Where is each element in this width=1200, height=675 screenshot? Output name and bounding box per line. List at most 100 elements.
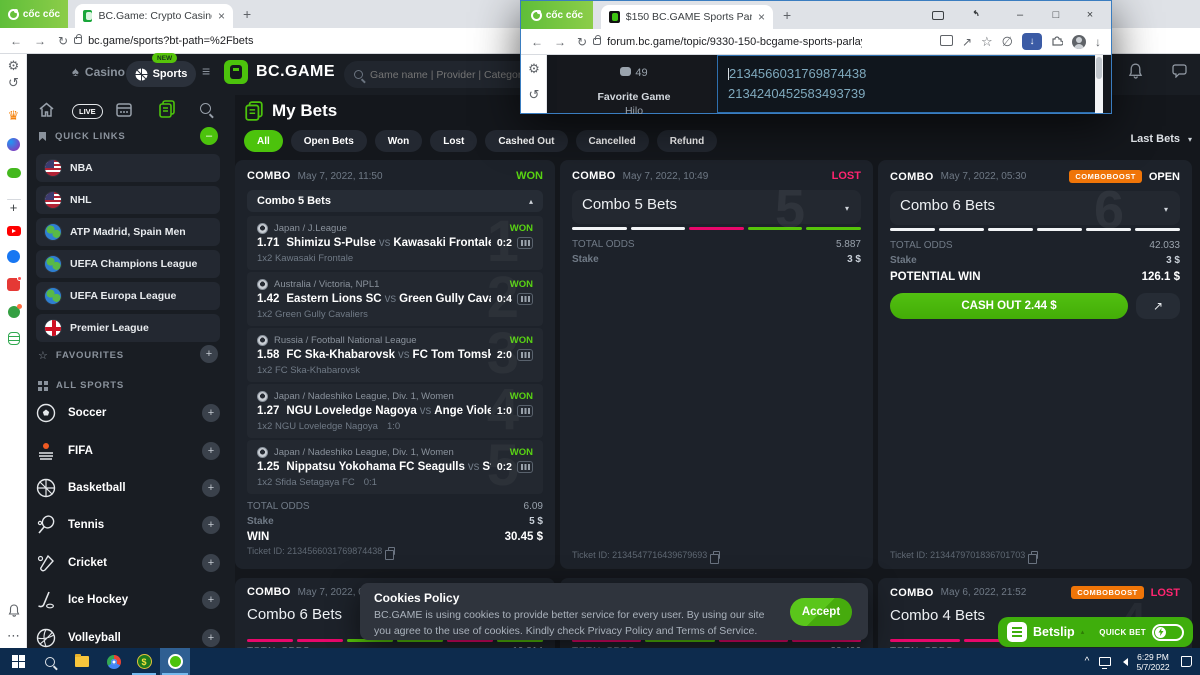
sidebar-item-atp-madrid[interactable]: ATP Madrid, Spain Men	[36, 218, 220, 246]
copy-icon[interactable]	[388, 547, 395, 555]
stats-icon[interactable]	[517, 405, 533, 417]
maximize-icon[interactable]: □	[1041, 1, 1071, 29]
filter-cashed-out[interactable]: Cashed Out	[485, 130, 567, 152]
sidebar-search-icon[interactable]	[200, 103, 211, 114]
copy-icon[interactable]	[1031, 551, 1038, 559]
filter-lost[interactable]: Lost	[430, 130, 477, 152]
forward-icon[interactable]: →	[34, 35, 46, 47]
bcgame-logo-icon[interactable]	[224, 60, 248, 84]
betslip-button[interactable]: Betslip ▴ QUICK BET	[998, 617, 1193, 647]
sidebar-item-tennis[interactable]: Tennis +	[36, 510, 220, 540]
action-center-icon[interactable]	[1176, 648, 1196, 675]
strip-history-icon[interactable]: ↺	[0, 75, 27, 91]
coccoc-logo[interactable]: cốc cốc	[0, 0, 68, 28]
strip-sheet-icon[interactable]	[0, 332, 27, 348]
basketball-add-button[interactable]: +	[202, 479, 220, 497]
filter-refund[interactable]: Refund	[657, 130, 717, 152]
overlay-titlebar[interactable]: cốc cốc $150 BC.GAME Sports Parlay × + –…	[521, 1, 1111, 29]
chrome-icon[interactable]	[100, 648, 128, 675]
reading-list-icon[interactable]	[923, 1, 953, 29]
bcgame-brand-text[interactable]: BC.GAME	[256, 63, 335, 81]
soccer-add-button[interactable]: +	[202, 404, 220, 422]
strip-bell-icon[interactable]	[0, 604, 27, 620]
sidebar-item-nba[interactable]: NBA	[36, 154, 220, 182]
strip-pingpong-icon[interactable]	[0, 306, 27, 321]
sports-toggle[interactable]: Sports	[126, 61, 196, 87]
strip-messenger-icon[interactable]	[0, 138, 27, 154]
sidebar-item-uefa-europa[interactable]: UEFA Europa League	[36, 282, 220, 310]
new-tab-button[interactable]: +	[783, 8, 791, 22]
overlay-scrollbar[interactable]	[1095, 55, 1103, 113]
strip-facebook-icon[interactable]	[0, 250, 27, 266]
game-search[interactable]	[344, 61, 544, 88]
fifa-add-button[interactable]: +	[202, 442, 220, 460]
taskbar-search-icon[interactable]	[36, 648, 64, 675]
stats-icon[interactable]	[517, 349, 533, 361]
stats-icon[interactable]	[517, 293, 533, 305]
back-icon[interactable]: ←	[10, 35, 22, 47]
header-menu-icon[interactable]: ≡	[202, 63, 210, 79]
tab-close-icon[interactable]: ×	[218, 10, 225, 22]
strip-youtube-icon[interactable]	[0, 224, 27, 239]
close-icon[interactable]: ×	[1075, 1, 1105, 29]
start-button[interactable]	[4, 648, 32, 675]
stats-icon[interactable]	[517, 237, 533, 249]
sidebar-item-uefa-champions[interactable]: UEFA Champions League	[36, 250, 220, 278]
reload-icon[interactable]: ↻	[58, 35, 68, 47]
sidebar-item-fifa[interactable]: FIFA +	[36, 436, 220, 466]
notifications-bell-icon[interactable]	[1128, 63, 1143, 84]
sidebar-item-ice-hockey[interactable]: Ice Hockey +	[36, 585, 220, 615]
chat-icon[interactable]	[1172, 64, 1187, 83]
bookmark-star-icon[interactable]: ☆	[981, 35, 993, 48]
coccoc-taskbar-icon[interactable]	[160, 648, 190, 675]
new-tab-button[interactable]: +	[243, 7, 251, 21]
casino-toggle[interactable]: ♠ Casino	[72, 64, 125, 79]
search-input[interactable]	[370, 69, 530, 81]
sidebar-item-nhl[interactable]: NHL	[36, 186, 220, 214]
adblock-icon[interactable]: ∅	[1002, 35, 1013, 48]
strip-add-icon[interactable]: +	[0, 200, 27, 215]
quick-bet-toggle[interactable]	[1152, 624, 1184, 641]
filter-open-bets[interactable]: Open Bets	[291, 130, 367, 152]
filter-all[interactable]: All	[244, 130, 283, 152]
calendar-icon[interactable]	[116, 102, 132, 122]
combo-collapse-bar[interactable]: Combo 5 Bets ▴	[247, 190, 543, 212]
share-icon[interactable]: ↗	[962, 36, 972, 48]
ice-hockey-add-button[interactable]: +	[202, 591, 220, 609]
volume-icon[interactable]	[1114, 648, 1132, 675]
reload-icon[interactable]: ↻	[577, 36, 587, 48]
tray-chevron-icon[interactable]: ^	[1078, 648, 1096, 675]
combo-expand-panel[interactable]: Combo 6 Bets 6 ▾	[890, 191, 1180, 225]
filter-cancelled[interactable]: Cancelled	[576, 130, 649, 152]
strip-settings-icon[interactable]: ⚙	[521, 61, 547, 77]
tennis-add-button[interactable]: +	[202, 516, 220, 534]
clock[interactable]: 6:29 PM5/7/2022	[1132, 648, 1174, 675]
bcgame-app-icon[interactable]: $	[130, 648, 158, 675]
home-icon[interactable]	[38, 102, 55, 123]
download-button[interactable]: ↓	[1022, 33, 1042, 50]
accept-cookies-button[interactable]: Accept	[790, 598, 852, 626]
overlay-tab-active[interactable]: $150 BC.GAME Sports Parlay ×	[601, 5, 773, 29]
volleyball-add-button[interactable]: +	[202, 629, 220, 647]
copy-icon[interactable]	[713, 551, 720, 559]
sort-dropdown[interactable]: Last Bets ▾	[1080, 133, 1192, 145]
strip-history-icon[interactable]: ↺	[521, 87, 547, 103]
strip-settings-icon[interactable]: ⚙	[0, 58, 27, 74]
sidebar-item-cricket[interactable]: Cricket +	[36, 548, 220, 578]
browser-tab-active[interactable]: BC.Game: Crypto Casino Gam ×	[75, 4, 233, 28]
file-explorer-icon[interactable]	[68, 648, 96, 675]
profile-avatar[interactable]	[1072, 35, 1086, 49]
live-icon[interactable]: LIVE	[72, 104, 103, 119]
strip-more-icon[interactable]: ⋯	[0, 628, 27, 644]
back-icon[interactable]: ←	[531, 36, 543, 48]
quick-links-collapse-button[interactable]: –	[200, 127, 218, 145]
strip-bcs-icon[interactable]	[0, 278, 27, 294]
minimize-icon[interactable]: –	[1005, 1, 1035, 29]
forward-icon[interactable]: →	[554, 36, 566, 48]
strip-crown-icon[interactable]: ♛	[0, 108, 27, 124]
url-text[interactable]: forum.bc.game/topic/9330-150-bcgame-spor…	[607, 36, 862, 48]
downloads-tray-icon[interactable]: ↓	[1095, 36, 1101, 48]
stats-icon[interactable]	[517, 461, 533, 473]
filter-won[interactable]: Won	[375, 130, 422, 152]
cricket-add-button[interactable]: +	[202, 554, 220, 572]
